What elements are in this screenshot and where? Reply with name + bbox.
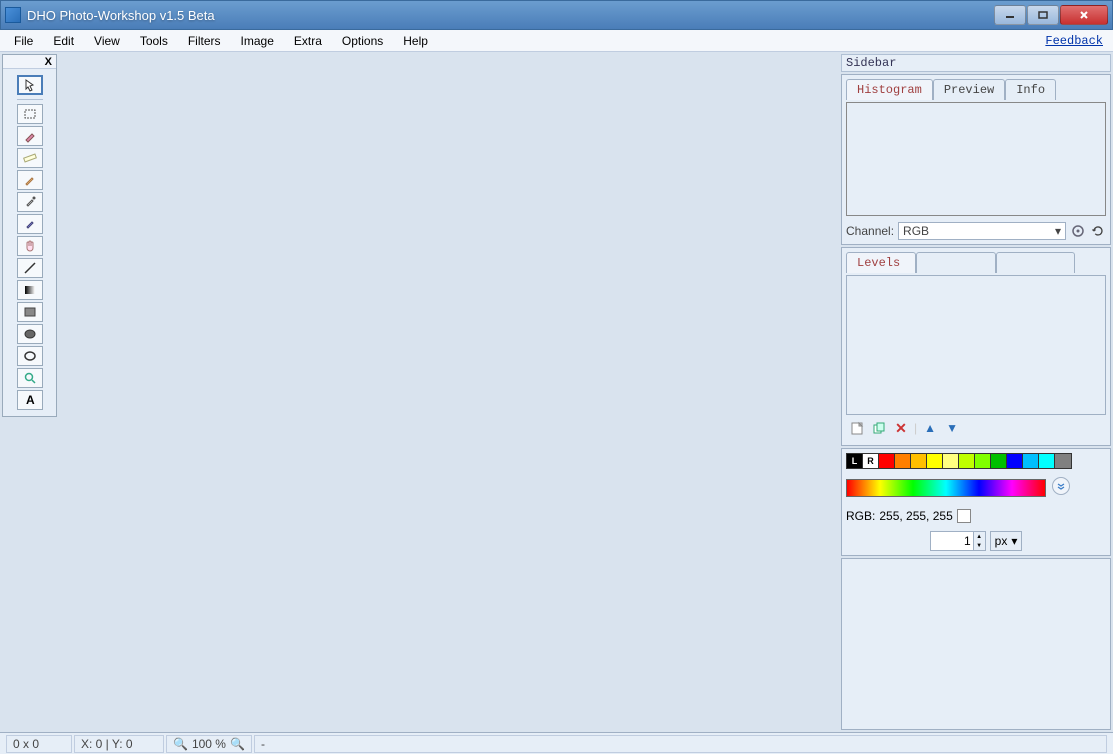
copy-layer-icon[interactable] bbox=[870, 419, 888, 437]
swatch-10[interactable] bbox=[1007, 454, 1023, 468]
tool-ellipse-filled[interactable] bbox=[17, 324, 43, 344]
tool-marquee[interactable] bbox=[17, 104, 43, 124]
tool-rectangle[interactable] bbox=[17, 302, 43, 322]
size-increment[interactable]: ▲ bbox=[974, 532, 985, 541]
tab-empty-1[interactable] bbox=[916, 252, 996, 273]
channel-select[interactable]: RGB ▾ bbox=[898, 222, 1066, 240]
menu-options[interactable]: Options bbox=[332, 31, 393, 51]
gear-icon[interactable] bbox=[1070, 223, 1086, 239]
size-input[interactable]: 1 ▲ ▼ bbox=[930, 531, 986, 551]
tab-histogram[interactable]: Histogram bbox=[846, 79, 933, 100]
levels-display bbox=[846, 275, 1106, 415]
chevron-down-icon: ▾ bbox=[1055, 224, 1061, 238]
menu-file[interactable]: File bbox=[4, 31, 43, 51]
rgb-value: 255, 255, 255 bbox=[879, 509, 952, 523]
window-controls bbox=[994, 5, 1108, 25]
tab-levels[interactable]: Levels bbox=[846, 252, 916, 273]
swatch-3[interactable] bbox=[895, 454, 911, 468]
tool-pointer[interactable] bbox=[17, 75, 43, 95]
swatch-11[interactable] bbox=[1023, 454, 1039, 468]
new-layer-icon[interactable] bbox=[848, 419, 866, 437]
swatch-4[interactable] bbox=[911, 454, 927, 468]
swatch-7[interactable] bbox=[959, 454, 975, 468]
sidebar: Sidebar HistogramPreviewInfo Channel: RG… bbox=[841, 54, 1111, 730]
delete-layer-icon[interactable]: ✕ bbox=[892, 419, 910, 437]
maximize-button[interactable] bbox=[1027, 5, 1059, 25]
main-area: X A Sidebar HistogramPreviewInfo Channel… bbox=[0, 52, 1113, 732]
close-button[interactable] bbox=[1060, 5, 1108, 25]
window-title: DHO Photo-Workshop v1.5 Beta bbox=[27, 8, 994, 23]
menu-help[interactable]: Help bbox=[393, 31, 438, 51]
move-down-icon[interactable]: ▼ bbox=[943, 419, 961, 437]
toolbox: X A bbox=[2, 54, 57, 417]
toolbox-close-button[interactable]: X bbox=[45, 56, 52, 68]
menu-view[interactable]: View bbox=[84, 31, 130, 51]
zoom-in-icon[interactable]: 🔍 bbox=[230, 737, 245, 751]
toolbox-header: X bbox=[3, 55, 56, 69]
swatch-0[interactable]: L bbox=[847, 454, 863, 468]
tool-pencil[interactable] bbox=[17, 170, 43, 190]
move-up-icon[interactable]: ▲ bbox=[921, 419, 939, 437]
levels-toolbar: ✕ | ▲ ▼ bbox=[846, 415, 1106, 441]
canvas-area[interactable] bbox=[64, 54, 839, 730]
channel-label: Channel: bbox=[846, 224, 894, 238]
status-coords: X: 0 | Y: 0 bbox=[74, 735, 164, 753]
color-gradient[interactable] bbox=[846, 479, 1046, 497]
expand-icon[interactable] bbox=[1052, 477, 1070, 495]
menu-extra[interactable]: Extra bbox=[284, 31, 332, 51]
swatch-9[interactable] bbox=[991, 454, 1007, 468]
tool-ellipse-outline[interactable] bbox=[17, 346, 43, 366]
tool-hand[interactable] bbox=[17, 236, 43, 256]
tab-info[interactable]: Info bbox=[1005, 79, 1056, 100]
zoom-out-icon[interactable]: 🔍 bbox=[173, 737, 188, 751]
swatch-6[interactable] bbox=[943, 454, 959, 468]
empty-panel bbox=[841, 558, 1111, 730]
histogram-display bbox=[846, 102, 1106, 216]
tool-picker[interactable] bbox=[17, 214, 43, 234]
menu-filters[interactable]: Filters bbox=[178, 31, 231, 51]
levels-panel: Levels ✕ | ▲ ▼ bbox=[841, 247, 1111, 446]
titlebar: DHO Photo-Workshop v1.5 Beta bbox=[0, 0, 1113, 30]
chevron-down-icon: ▾ bbox=[1011, 534, 1017, 548]
status-extra: - bbox=[254, 735, 1107, 753]
color-panel: LR RGB: 255, 255, 255 1 ▲ ▼ p bbox=[841, 448, 1111, 556]
unit-select[interactable]: px▾ bbox=[990, 531, 1023, 551]
tool-eyedropper[interactable] bbox=[17, 192, 43, 212]
app-icon bbox=[5, 7, 21, 23]
tool-brush[interactable] bbox=[17, 126, 43, 146]
swatch-5[interactable] bbox=[927, 454, 943, 468]
tool-ruler[interactable] bbox=[17, 148, 43, 168]
rgb-label: RGB: bbox=[846, 509, 875, 523]
statusbar: 0 x 0 X: 0 | Y: 0 🔍 100 % 🔍 - bbox=[0, 732, 1113, 754]
menu-edit[interactable]: Edit bbox=[43, 31, 84, 51]
minimize-button[interactable] bbox=[994, 5, 1026, 25]
tool-text[interactable]: A bbox=[17, 390, 43, 410]
swatch-13[interactable] bbox=[1055, 454, 1071, 468]
feedback-link[interactable]: Feedback bbox=[1045, 34, 1103, 48]
tab-preview[interactable]: Preview bbox=[933, 79, 1005, 100]
swatch-8[interactable] bbox=[975, 454, 991, 468]
swatch-12[interactable] bbox=[1039, 454, 1055, 468]
status-dimensions: 0 x 0 bbox=[6, 735, 72, 753]
tool-line[interactable] bbox=[17, 258, 43, 278]
menubar: FileEditViewToolsFiltersImageExtraOption… bbox=[0, 30, 1113, 52]
size-decrement[interactable]: ▼ bbox=[974, 541, 985, 550]
svg-text:A: A bbox=[26, 393, 35, 407]
menu-image[interactable]: Image bbox=[231, 31, 284, 51]
sidebar-title: Sidebar bbox=[841, 54, 1111, 72]
color-swatches: LR bbox=[846, 453, 1072, 469]
status-zoom: 🔍 100 % 🔍 bbox=[166, 735, 252, 753]
menu-tools[interactable]: Tools bbox=[130, 31, 178, 51]
rgb-sample-swatch bbox=[957, 509, 971, 523]
tab-empty-2[interactable] bbox=[996, 252, 1076, 273]
tool-zoom[interactable] bbox=[17, 368, 43, 388]
swatch-1[interactable]: R bbox=[863, 454, 879, 468]
histogram-panel: HistogramPreviewInfo Channel: RGB ▾ bbox=[841, 74, 1111, 245]
refresh-icon[interactable] bbox=[1090, 223, 1106, 239]
swatch-2[interactable] bbox=[879, 454, 895, 468]
tool-gradient[interactable] bbox=[17, 280, 43, 300]
